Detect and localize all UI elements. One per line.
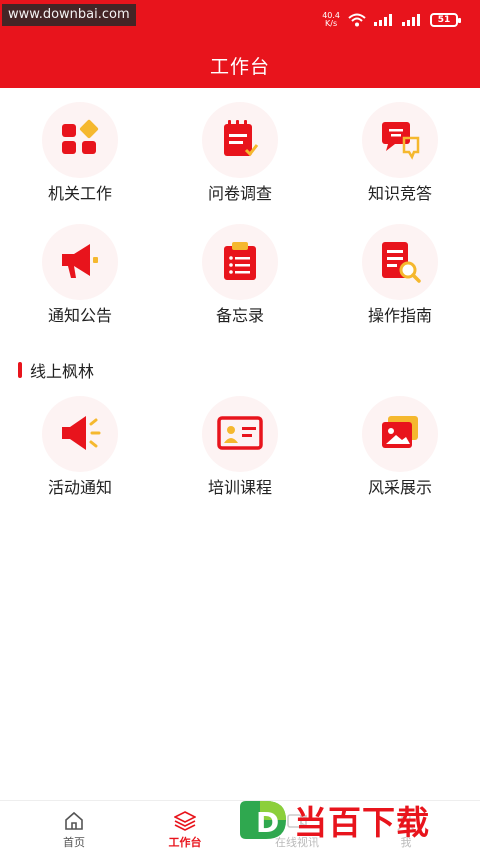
- grid-item-notice[interactable]: 通知公告: [0, 222, 160, 332]
- grid-apps-icon: [62, 119, 99, 154]
- watermark-text: www.downbai.com: [2, 4, 136, 26]
- net-speed-unit: K/s: [325, 19, 338, 28]
- logo-letter: D: [256, 806, 279, 839]
- logo-d-icon: D: [240, 801, 286, 839]
- app-header: www.downbai.com 40.4 K/s 51 工作台: [0, 0, 480, 88]
- nav-item-home[interactable]: 首页: [14, 801, 134, 853]
- grid-item-showcase[interactable]: 风采展示: [320, 396, 480, 506]
- page-title: 工作台: [209, 56, 270, 78]
- status-icons: 40.4 K/s 51: [322, 12, 461, 28]
- grid-item-guide[interactable]: 操作指南: [320, 222, 480, 332]
- doc-search-icon: [382, 242, 421, 283]
- clipboard-list-icon: [224, 242, 256, 280]
- logo-text: 当百下载: [294, 803, 430, 842]
- wifi-icon: [348, 13, 366, 27]
- notepad-icon: [224, 120, 259, 157]
- download-site-logo: D 当百下载: [236, 796, 476, 844]
- home-icon: [65, 811, 83, 830]
- signal-icon: [402, 14, 420, 26]
- nav-label: 首页: [63, 836, 85, 849]
- grid-item-agency-work[interactable]: 机关工作: [0, 100, 160, 210]
- photo-gallery-icon: [382, 416, 418, 448]
- signal-icon: [374, 14, 392, 26]
- battery-icon: 51: [430, 13, 461, 27]
- grid-item-label: 问卷调查: [207, 184, 272, 203]
- grid-item-label: 知识竞答: [367, 184, 432, 203]
- section-accent-bar: [18, 362, 22, 378]
- net-speed: 40.4 K/s: [322, 12, 340, 28]
- grid-item-activity-notice[interactable]: 活动通知: [0, 396, 160, 506]
- grid-item-label: 通知公告: [47, 306, 112, 325]
- grid-item-label: 活动通知: [47, 478, 112, 497]
- section-header: 线上枫林: [18, 360, 95, 381]
- grid-item-label: 培训课程: [207, 478, 272, 497]
- nav-label: 工作台: [168, 836, 202, 849]
- training-board-icon: [217, 416, 263, 450]
- grid-item-label: 备忘录: [215, 306, 264, 325]
- grid-item-memo[interactable]: 备忘录: [160, 222, 320, 332]
- grid-item-training[interactable]: 培训课程: [160, 396, 320, 506]
- status-bar: www.downbai.com 40.4 K/s 51: [0, 0, 480, 42]
- layers-icon: [174, 811, 196, 831]
- grid-item-label: 操作指南: [367, 306, 432, 325]
- megaphone-icon: [62, 244, 98, 278]
- qa-chat-icon: [382, 122, 420, 160]
- grid-item-quiz[interactable]: 知识竞答: [320, 100, 480, 210]
- grid-item-label: 机关工作: [47, 184, 112, 203]
- grid-item-survey[interactable]: 问卷调查: [160, 100, 320, 210]
- nav-item-workbench[interactable]: 工作台: [125, 801, 245, 853]
- grid-item-label: 风采展示: [367, 478, 432, 497]
- section-title: 线上枫林: [30, 362, 95, 381]
- speaker-icon: [62, 416, 101, 450]
